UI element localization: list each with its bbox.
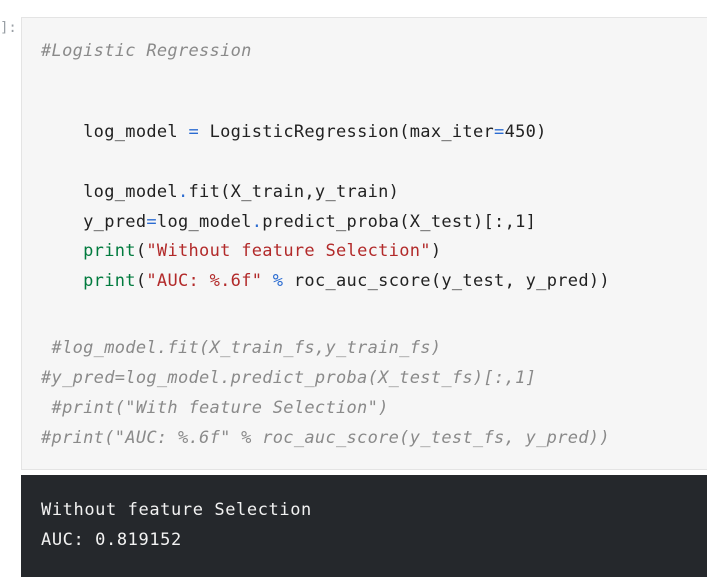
- code-operator: =: [494, 122, 505, 142]
- output-line: AUC: 0.819152: [41, 530, 182, 550]
- code-comment: #log_model.fit(X_train_fs,y_train_fs): [41, 338, 442, 358]
- output-cell: Without feature Selection AUC: 0.819152: [21, 475, 707, 577]
- code-line: print("AUC: %.6f" % roc_auc_score(y_test…: [41, 248, 610, 314]
- code-comment: #print("AUC: %.6f" % roc_auc_score(y_tes…: [41, 428, 610, 448]
- code-builtin: print: [83, 271, 136, 291]
- code-token: LogisticRegression(max_iter: [199, 122, 495, 142]
- code-comment: #y_pred=log_model.predict_proba(X_test_f…: [41, 368, 537, 388]
- code-line: log_model = LogisticRegression(max_iter=…: [41, 99, 547, 165]
- code-token: 450): [504, 122, 547, 142]
- code-comment: #print("With feature Selection"): [41, 398, 389, 418]
- code-token: roc_auc_score(y_test, y_pred)): [293, 271, 610, 291]
- code-string: "AUC: %.6f": [146, 271, 263, 291]
- code-token: log_model: [83, 122, 189, 142]
- code-operator: %: [262, 271, 294, 291]
- code-cell[interactable]: #Logistic Regression log_model = Logisti…: [21, 17, 707, 470]
- output-line: Without feature Selection: [41, 500, 312, 520]
- code-operator: =: [188, 122, 200, 142]
- code-comment: #Logistic Regression: [41, 41, 252, 61]
- cell-prompt: ]:: [0, 20, 17, 36]
- code-token: (: [135, 271, 147, 291]
